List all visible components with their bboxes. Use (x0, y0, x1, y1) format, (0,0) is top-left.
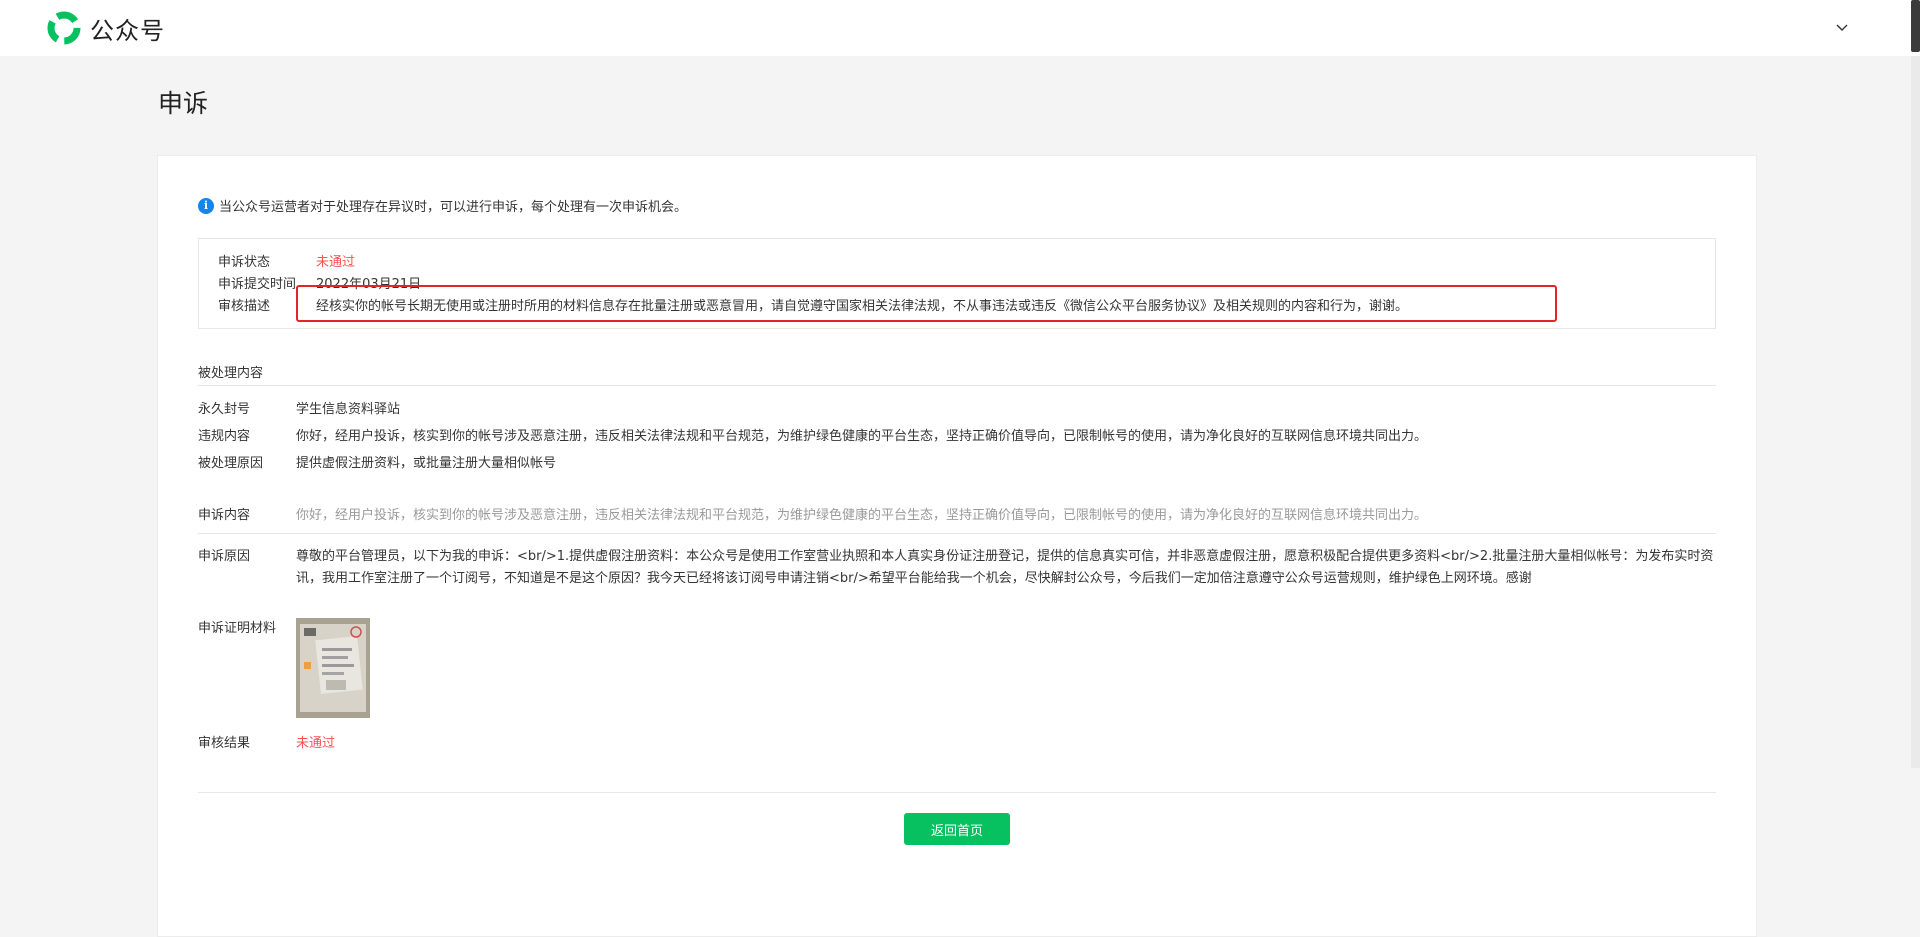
page-title: 申诉 (158, 89, 209, 118)
ban-row: 永久封号 学生信息资料驿站 (198, 399, 1716, 421)
violation-value: 你好，经用户投诉，核实到你的帐号涉及恶意注册，违反相关法律法规和平台规范，为维护… (296, 429, 1428, 444)
evidence-image (296, 618, 370, 718)
return-home-button[interactable]: 返回首页 (904, 813, 1010, 845)
status-value: 未通过 (316, 255, 356, 270)
appeal-status-box: 申诉状态 未通过 申诉提交时间 2022年03月21日 审核描述 经核实你的帐号… (198, 238, 1716, 329)
divider (198, 385, 1716, 386)
scrollbar-thumb[interactable] (1911, 0, 1920, 52)
review-result-value: 未通过 (296, 736, 336, 751)
evidence-list (296, 618, 1716, 718)
chevron-down-icon (1836, 24, 1848, 31)
review-result-label: 审核结果 (198, 736, 251, 751)
violation-row: 违规内容 你好，经用户投诉，核实到你的帐号涉及恶意注册，违反相关法律法规和平台规… (198, 426, 1716, 448)
account-menu-toggle[interactable] (1830, 16, 1854, 40)
evidence-row: 申诉证明材料 (198, 618, 1716, 718)
evidence-label: 申诉证明材料 (198, 621, 277, 636)
appeal-tip: i 当公众号运营者对于处理存在异议时，可以进行申诉，每个处理有一次申诉机会。 (198, 196, 687, 215)
appeal-reason-row: 申诉原因 尊敬的平台管理员，以下为我的申诉：<br/>1.提供虚假注册资料：本公… (198, 546, 1716, 590)
scrollbar-track[interactable] (1911, 56, 1920, 768)
punish-reason-value: 提供虚假注册资料，或批量注册大量相似帐号 (296, 456, 557, 471)
info-icon: i (198, 197, 214, 214)
divider (198, 792, 1716, 793)
review-result-row: 审核结果 未通过 (198, 733, 1716, 755)
appeal-reason-value: 尊敬的平台管理员，以下为我的申诉：<br/>1.提供虚假注册资料：本公众号是使用… (296, 549, 1714, 586)
app-name: 公众号 (90, 16, 165, 45)
ban-label: 永久封号 (198, 402, 251, 417)
punish-reason-label: 被处理原因 (198, 456, 264, 471)
appeal-content-label: 申诉内容 (198, 508, 251, 523)
appeal-content-value: 你好，经用户投诉，核实到你的帐号涉及恶意注册，违反相关法律法规和平台规范，为维护… (296, 508, 1428, 523)
highlight-box (296, 285, 1557, 322)
app-logo[interactable]: 公众号 (46, 10, 165, 46)
appeal-reason-label: 申诉原因 (198, 549, 251, 564)
ban-account-name: 学生信息资料驿站 (296, 402, 401, 417)
wechat-official-account-logo (47, 11, 81, 45)
appeal-detail-card: i 当公众号运营者对于处理存在异议时，可以进行申诉，每个处理有一次申诉机会。 申… (157, 155, 1757, 937)
punished-content-title: 被处理内容 (198, 366, 264, 381)
status-label: 申诉状态 (218, 255, 271, 270)
status-row: 申诉状态 未通过 (218, 251, 355, 270)
punish-reason-row: 被处理原因 提供虚假注册资料，或批量注册大量相似帐号 (198, 453, 1716, 475)
top-navigation-bar: 公众号 (0, 0, 1920, 56)
tip-text: 当公众号运营者对于处理存在异议时，可以进行申诉，每个处理有一次申诉机会。 (219, 200, 688, 215)
evidence-thumbnail[interactable] (296, 618, 370, 718)
appeal-content-row: 申诉内容 你好，经用户投诉，核实到你的帐号涉及恶意注册，违反相关法律法规和平台规… (198, 505, 1716, 527)
divider (198, 533, 1716, 534)
violation-label: 违规内容 (198, 429, 251, 444)
